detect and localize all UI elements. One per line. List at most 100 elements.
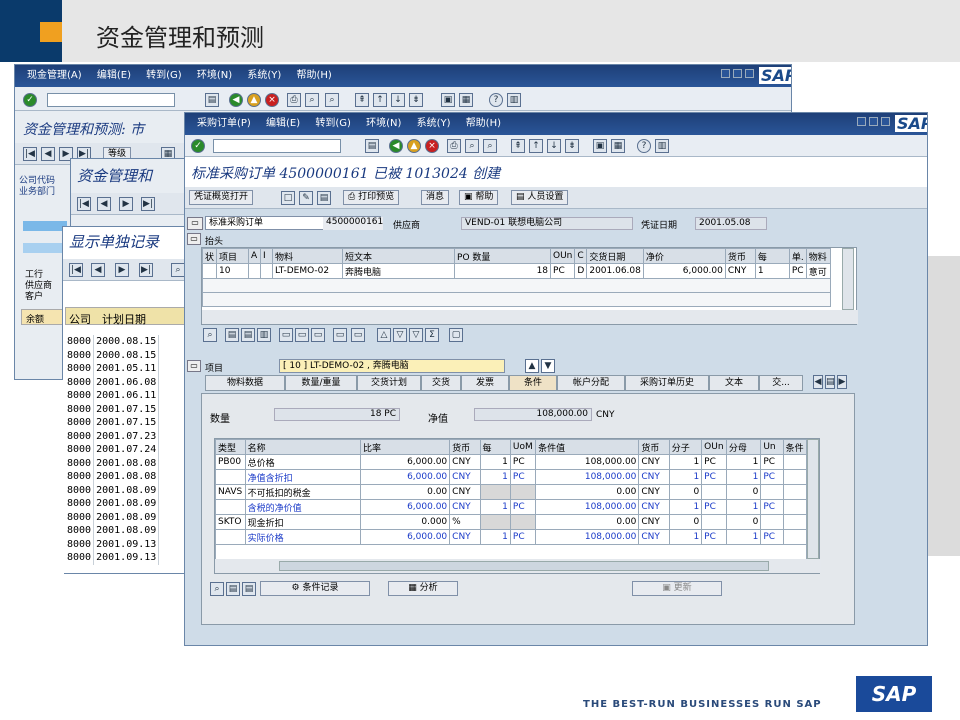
help-icon[interactable]: ? [637,139,651,153]
cancel-icon[interactable]: × [265,93,279,107]
condition-cell-den[interactable]: 0 [725,514,762,530]
list-item[interactable]: 8000 2001.07.15 [65,416,160,430]
next-item-icon[interactable]: ▼ [541,359,555,373]
search-icon[interactable]: ⌕ [171,263,185,277]
doc-date-field[interactable]: 2001.05.08 [695,217,767,230]
shortcut-icon[interactable]: ▦ [611,139,625,153]
condition-cell-name[interactable]: 含税的净价值 [244,499,362,515]
tab-delivery-schedule[interactable]: 交货计划 [357,375,421,391]
hscroll-thumb[interactable] [279,561,769,571]
condition-cell-per[interactable] [479,484,511,500]
menu-goto[interactable]: 转到(G) [146,65,182,87]
list-item[interactable]: 8000 2001.09.13 [65,537,160,551]
condition-cell-cur2[interactable]: CNY [638,514,670,530]
condition-cell-un[interactable]: PC [760,454,784,470]
item-col-header[interactable]: 物料 [805,248,831,264]
last-page-icon[interactable]: ⇟ [409,93,423,107]
new-session-icon[interactable]: ▣ [441,93,455,107]
save-icon[interactable]: ▤ [365,139,379,153]
condition-cell-uom[interactable]: PC [509,529,537,545]
condition-cell-type[interactable]: NAVS [215,484,246,500]
find-next-icon[interactable]: ⌕ [483,139,497,153]
condition-cell-uom[interactable]: PC [509,469,537,485]
menu-cash-management[interactable]: 现金管理(A) [27,65,82,87]
condition-cell-num[interactable]: 0 [668,484,703,500]
menu-help[interactable]: 帮助(H) [466,113,501,135]
condition-cell-cur2[interactable]: CNY [638,454,670,470]
condition-row[interactable]: 实际价格 6,000.00 CNY 1 PC 108,000.00 CNY 1 PC 1 PC [215,529,808,545]
item-collapse-icon[interactable]: ▭ [187,360,201,372]
condition-cell-name[interactable]: 不可抵扣的税金 [244,484,362,500]
condition-cell-den[interactable]: 0 [725,484,762,500]
analysis-button[interactable]: ▦ 分析 [388,581,458,596]
condition-row[interactable]: NAVS 不可抵扣的税金 0.00 CNY 0.00 CNY 0 0 [215,484,808,500]
first-icon[interactable]: |◀ [69,263,83,277]
menu-system[interactable]: 系统(Y) [247,65,281,87]
next-icon[interactable]: ▶ [115,263,129,277]
layout-icon[interactable]: ▥ [655,139,669,153]
tab-quantity-weight[interactable]: 数量/重量 [285,375,357,391]
condition-cell-name[interactable]: 净值含折扣 [244,469,362,485]
next-icon[interactable]: ▶ [119,197,133,211]
item-cell[interactable]: 18 [454,263,552,279]
condition-cell-rate[interactable]: 6,000.00 [360,454,451,470]
block-icon[interactable]: ▥ [257,328,271,342]
tab-po-history[interactable]: 采购订单历史 [625,375,709,391]
condition-cell-cur[interactable]: % [449,514,481,530]
condition-cell-per[interactable] [479,514,511,530]
item-col-header[interactable]: I [260,248,274,264]
save-icon[interactable]: ▤ [205,93,219,107]
detail-icon[interactable]: ⌕ [210,582,224,596]
condition-cell-den[interactable]: 1 [725,469,762,485]
list-item[interactable]: 8000 2001.05.11 [65,362,160,376]
condition-record-button[interactable]: ⚙ 条件记录 [260,581,370,596]
find-icon[interactable]: ⌕ [305,93,319,107]
condition-col-header[interactable]: UoM [509,439,537,455]
item-col-header[interactable]: 短文本 [342,248,456,264]
tab-account-assignment[interactable]: 帐户分配 [557,375,625,391]
condition-cell-cur2[interactable]: CNY [638,469,670,485]
insert-row-icon[interactable]: ▤ [226,582,240,596]
condition-col-header[interactable]: 比率 [360,439,451,455]
tab-prev-icon[interactable]: ◀ [813,375,823,389]
condition-cell-per[interactable]: 1 [479,469,511,485]
item-cell[interactable]: PC [550,263,576,279]
tab-list-icon[interactable]: ▤ [825,375,835,389]
lock-icon[interactable]: ▭ [311,328,325,342]
detail-icon[interactable]: ⌕ [203,328,217,342]
condition-col-header[interactable]: 类型 [215,439,246,455]
condition-cell-rate[interactable]: 0.00 [360,484,451,500]
condition-col-header[interactable]: 分母 [725,439,762,455]
tab-conditions[interactable]: 条件 [509,375,557,391]
item-col-header[interactable]: 状 [201,248,218,264]
tab-texts[interactable]: 文本 [709,375,759,391]
condition-row[interactable]: 含税的净价值 6,000.00 CNY 1 PC 108,000.00 CNY 1 PC 1 PC [215,499,808,515]
tab-more[interactable]: 交... [759,375,803,391]
condition-cell-rate[interactable]: 0.000 [360,514,451,530]
condition-cell-num[interactable]: 1 [668,499,703,515]
help-button[interactable]: ▣ 帮助 [459,190,499,205]
condition-cell-num[interactable]: 1 [668,454,703,470]
condition-cell-cur2[interactable]: CNY [638,529,670,545]
condition-row[interactable] [215,544,807,560]
first-page-icon[interactable]: ⇞ [511,139,525,153]
item-col-header[interactable]: 每 [754,248,790,264]
tab-next-icon[interactable]: ▶ [837,375,847,389]
command-field[interactable] [47,93,175,107]
condition-col-header[interactable]: Un [760,439,784,455]
tab-delivery[interactable]: 交货 [421,375,461,391]
back-icon[interactable]: ◀ [389,139,403,153]
condition-col-header[interactable]: OUn [701,439,727,455]
enter-icon[interactable]: ✓ [23,93,37,107]
condition-cell-type[interactable]: SKTO [215,514,246,530]
condition-cell-cur[interactable]: CNY [449,499,481,515]
total-icon[interactable]: Σ [425,328,439,342]
shortcut-icon[interactable]: ▦ [459,93,473,107]
paste-icon[interactable]: ▭ [351,328,365,342]
condition-cell-per[interactable]: 1 [479,529,511,545]
condition-cell-uom[interactable] [509,514,537,530]
item-select[interactable]: [ 10 ] LT-DEMO-02 , 奔腾电脑 [279,359,505,373]
conditions-vscroll[interactable] [807,439,819,559]
condition-cell-rate[interactable]: 6,000.00 [360,469,451,485]
display-icon[interactable]: ▤ [317,191,331,205]
